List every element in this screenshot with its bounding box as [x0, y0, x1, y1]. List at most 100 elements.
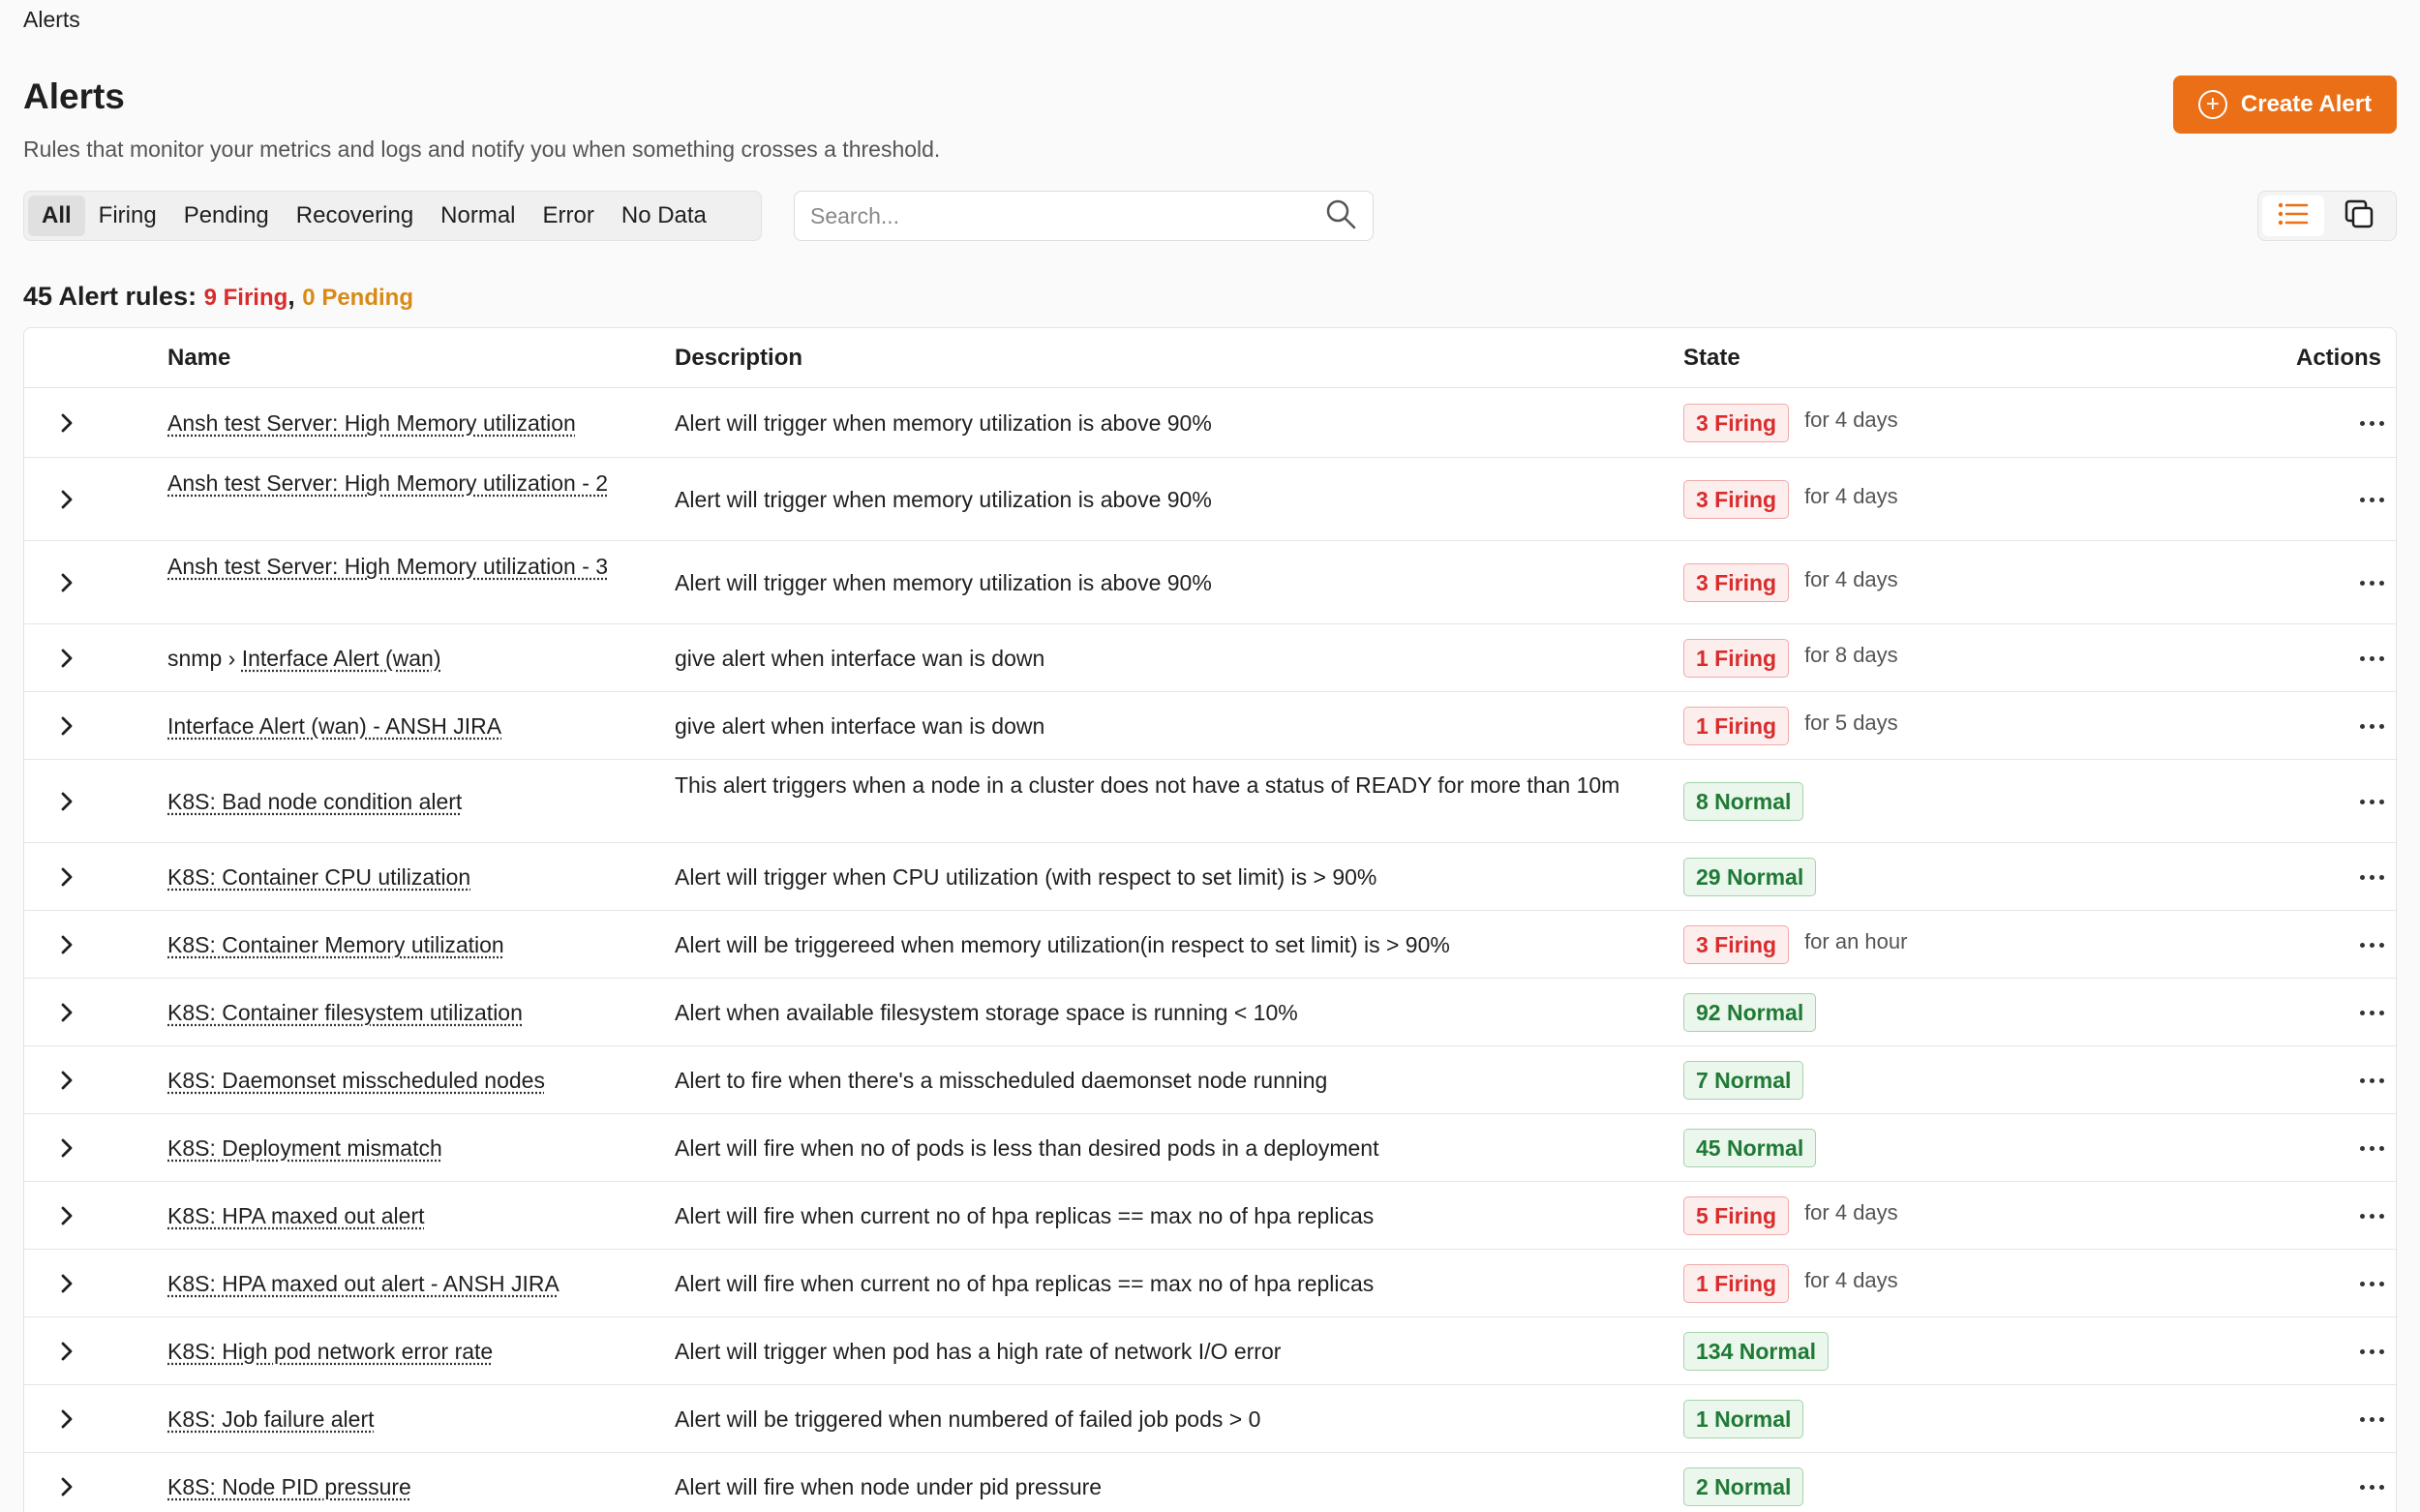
state-badge: 8 Normal	[1683, 782, 1804, 821]
chevron-right-icon[interactable]	[53, 931, 80, 958]
table-body: Ansh test Server: High Memory utilizatio…	[24, 388, 2396, 1512]
table-row[interactable]: K8S: Container filesystem utilization Ale…	[24, 979, 2396, 1046]
alert-name-link[interactable]: Interface Alert (wan) - ANSH JIRA	[167, 713, 501, 739]
more-actions-icon[interactable]	[2352, 413, 2391, 433]
alert-name-link[interactable]: Ansh test Server: High Memory utilizatio…	[167, 470, 608, 496]
chevron-right-icon[interactable]	[53, 569, 80, 596]
chevron-right-icon[interactable]	[53, 645, 80, 672]
filter-tab-normal[interactable]: Normal	[427, 196, 529, 236]
more-actions-icon[interactable]	[2352, 1409, 2391, 1429]
table-row[interactable]: K8S: Bad node condition alert This alert …	[24, 760, 2396, 843]
chevron-right-icon[interactable]	[53, 1067, 80, 1094]
page-subtitle: Rules that monitor your metrics and logs…	[23, 136, 941, 162]
alert-name-link[interactable]: K8S: Container filesystem utilization	[167, 1000, 523, 1025]
filter-tab-firing[interactable]: Firing	[85, 196, 170, 236]
table-row[interactable]: Interface Alert (wan) - ANSH JIRA give al…	[24, 692, 2396, 760]
more-actions-icon[interactable]	[2352, 716, 2391, 736]
alert-name-link[interactable]: K8S: Node PID pressure	[167, 1474, 411, 1499]
table-row[interactable]: K8S: Daemonset misscheduled nodes Alert t…	[24, 1046, 2396, 1114]
table-row[interactable]: K8S: Deployment mismatch Alert will fire …	[24, 1114, 2396, 1182]
chevron-right-icon[interactable]	[53, 1202, 80, 1229]
filter-tab-all[interactable]: All	[28, 196, 85, 236]
table-row[interactable]: Ansh test Server: High Memory utilizatio…	[24, 388, 2396, 458]
list-view-button[interactable]	[2262, 196, 2324, 236]
more-actions-icon[interactable]	[2352, 1071, 2391, 1090]
alert-name-link[interactable]: K8S: Container CPU utilization	[167, 864, 470, 890]
alert-description: Alert will trigger when memory utilizati…	[675, 487, 1212, 512]
chevron-right-icon[interactable]	[53, 863, 80, 891]
alert-name-cell: K8S: Deployment mismatch	[167, 1132, 661, 1164]
alert-name-cell: K8S: Daemonset misscheduled nodes	[167, 1064, 661, 1097]
column-header-state: State	[1683, 344, 1740, 371]
column-header-actions: Actions	[2296, 344, 2382, 371]
state-duration: for 4 days	[1804, 567, 1898, 591]
chevron-right-icon[interactable]	[53, 788, 80, 815]
filter-tab-error[interactable]: Error	[529, 196, 608, 236]
more-actions-icon[interactable]	[2352, 490, 2391, 509]
table-row[interactable]: snmp › Interface Alert (wan) give alert w…	[24, 624, 2396, 692]
create-alert-button[interactable]: + Create Alert	[2173, 76, 2397, 134]
chevron-right-icon[interactable]	[53, 409, 80, 437]
alert-name-link[interactable]: K8S: Job failure alert	[167, 1406, 375, 1432]
more-actions-icon[interactable]	[2352, 867, 2391, 887]
filter-tab-recovering[interactable]: Recovering	[283, 196, 427, 236]
alert-name-link[interactable]: K8S: High pod network error rate	[167, 1339, 493, 1364]
state-badge: 1 Firing	[1683, 1264, 1790, 1303]
grouped-view-button[interactable]	[2328, 196, 2390, 236]
more-actions-icon[interactable]	[2352, 935, 2391, 954]
chevron-right-icon[interactable]	[53, 1338, 80, 1365]
more-actions-icon[interactable]	[2352, 1274, 2391, 1293]
alert-state-cell: 3 Firing for an hour	[1683, 925, 1907, 964]
search-input[interactable]	[810, 202, 1324, 229]
alert-state-cell: 2 Normal	[1683, 1467, 1804, 1506]
alert-name-link[interactable]: K8S: Bad node condition alert	[167, 789, 462, 814]
more-actions-icon[interactable]	[2352, 573, 2391, 592]
table-row[interactable]: K8S: High pod network error rate Alert wi…	[24, 1317, 2396, 1385]
alert-name-cell: K8S: Container filesystem utilization	[167, 996, 661, 1029]
table-row[interactable]: K8S: Node PID pressure Alert will fire wh…	[24, 1453, 2396, 1512]
table-row[interactable]: K8S: Container Memory utilization Alert w…	[24, 911, 2396, 979]
alert-description: Alert will be triggered when numbered of…	[675, 1406, 1261, 1432]
table-row[interactable]: K8S: HPA maxed out alert - ANSH JIRA Aler…	[24, 1250, 2396, 1317]
more-actions-icon[interactable]	[2352, 792, 2391, 811]
more-actions-icon[interactable]	[2352, 1003, 2391, 1022]
alert-description: Alert will trigger when CPU utilization …	[675, 864, 1377, 890]
chevron-right-icon[interactable]	[53, 1270, 80, 1297]
state-duration: for 4 days	[1804, 408, 1898, 432]
alert-name-link[interactable]: K8S: HPA maxed out alert - ANSH JIRA	[167, 1271, 560, 1296]
table-row[interactable]: K8S: HPA maxed out alert Alert will fire …	[24, 1182, 2396, 1250]
alert-state-cell: 1 Firing for 4 days	[1683, 1264, 1898, 1303]
alert-state-cell: 45 Normal	[1683, 1129, 1817, 1167]
state-badge: 1 Firing	[1683, 639, 1790, 678]
alert-name-cell: K8S: Job failure alert	[167, 1403, 661, 1436]
chevron-right-icon[interactable]	[53, 712, 80, 740]
alert-name-link[interactable]: Ansh test Server: High Memory utilizatio…	[167, 554, 608, 579]
alert-name-link[interactable]: K8S: Deployment mismatch	[167, 1135, 442, 1161]
alert-name-link[interactable]: K8S: Container Memory utilization	[167, 932, 504, 957]
more-actions-icon[interactable]	[2352, 1342, 2391, 1361]
chevron-right-icon[interactable]	[53, 999, 80, 1026]
chevron-right-icon[interactable]	[53, 486, 80, 513]
alert-state-cell: 7 Normal	[1683, 1061, 1804, 1100]
table-row[interactable]: Ansh test Server: High Memory utilizatio…	[24, 541, 2396, 624]
table-row[interactable]: K8S: Job failure alert Alert will be trig…	[24, 1385, 2396, 1453]
alert-name-cell: K8S: High pod network error rate	[167, 1335, 661, 1368]
alert-name-link[interactable]: Ansh test Server: High Memory utilizatio…	[167, 410, 576, 436]
more-actions-icon[interactable]	[2352, 1138, 2391, 1158]
alert-description: Alert will trigger when pod has a high r…	[675, 1339, 1282, 1364]
alert-state-cell: 3 Firing for 4 days	[1683, 563, 1898, 602]
filter-tab-no-data[interactable]: No Data	[608, 196, 720, 236]
more-actions-icon[interactable]	[2352, 649, 2391, 668]
alert-name-link[interactable]: K8S: HPA maxed out alert	[167, 1203, 425, 1228]
table-row[interactable]: K8S: Container CPU utilization Alert will…	[24, 843, 2396, 911]
more-actions-icon[interactable]	[2352, 1206, 2391, 1225]
search-icon[interactable]	[1324, 197, 1357, 235]
chevron-right-icon[interactable]	[53, 1473, 80, 1500]
alert-name-link[interactable]: Interface Alert (wan)	[242, 646, 441, 671]
chevron-right-icon[interactable]	[53, 1134, 80, 1162]
table-row[interactable]: Ansh test Server: High Memory utilizatio…	[24, 458, 2396, 541]
filter-tab-pending[interactable]: Pending	[170, 196, 283, 236]
more-actions-icon[interactable]	[2352, 1477, 2391, 1497]
alert-name-link[interactable]: K8S: Daemonset misscheduled nodes	[167, 1068, 545, 1093]
chevron-right-icon[interactable]	[53, 1406, 80, 1433]
